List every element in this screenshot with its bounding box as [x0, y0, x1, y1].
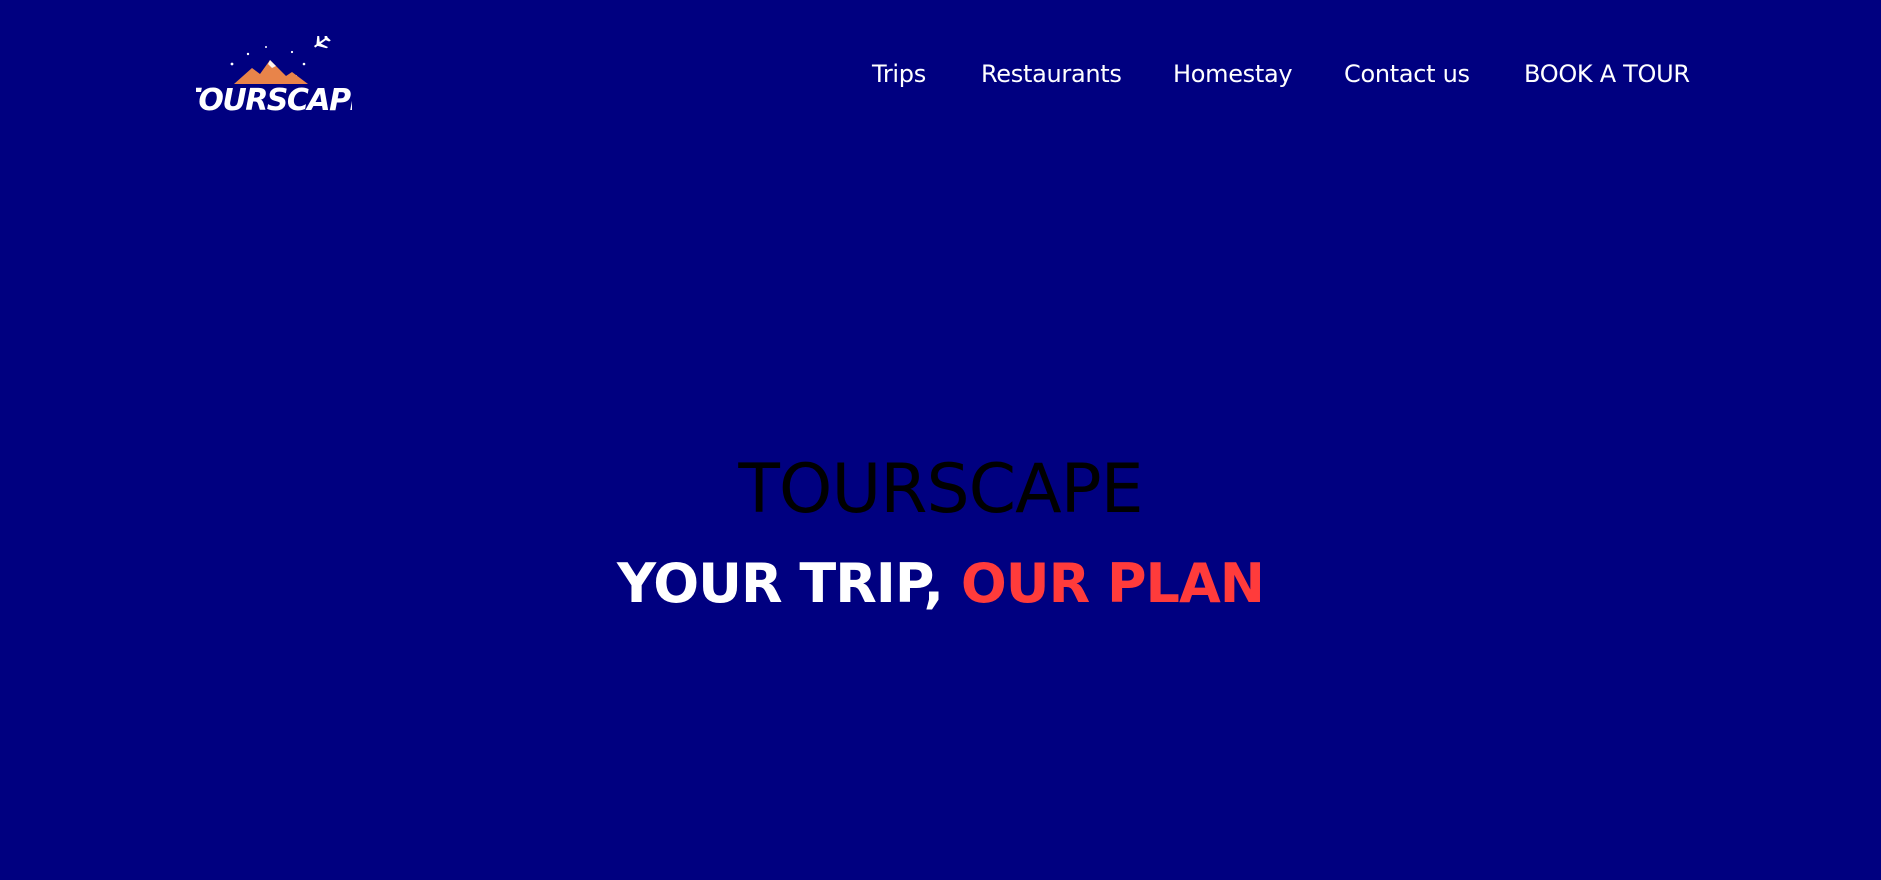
hero-tagline: YOUR TRIP, OUR PLAN: [0, 550, 1881, 618]
nav-link-homestay[interactable]: Homestay: [1173, 57, 1293, 91]
tagline-your-trip: YOUR TRIP,: [617, 552, 961, 615]
main-nav: Trips Restaurants Homestay Contact us BO…: [0, 57, 1881, 91]
airplane-icon: [314, 36, 331, 49]
nav-link-trips[interactable]: Trips: [872, 57, 926, 91]
hero-title: TOURSCAPE: [738, 450, 1143, 529]
book-a-tour-button[interactable]: BOOK A TOUR: [1524, 57, 1690, 91]
nav-link-contact-us[interactable]: Contact us: [1344, 57, 1470, 91]
nav-link-restaurants[interactable]: Restaurants: [981, 57, 1122, 91]
hero-section: TOURSCAPE Trips Restaurants Homestay Con…: [0, 0, 1881, 880]
tagline-our-plan: OUR PLAN: [960, 552, 1265, 615]
